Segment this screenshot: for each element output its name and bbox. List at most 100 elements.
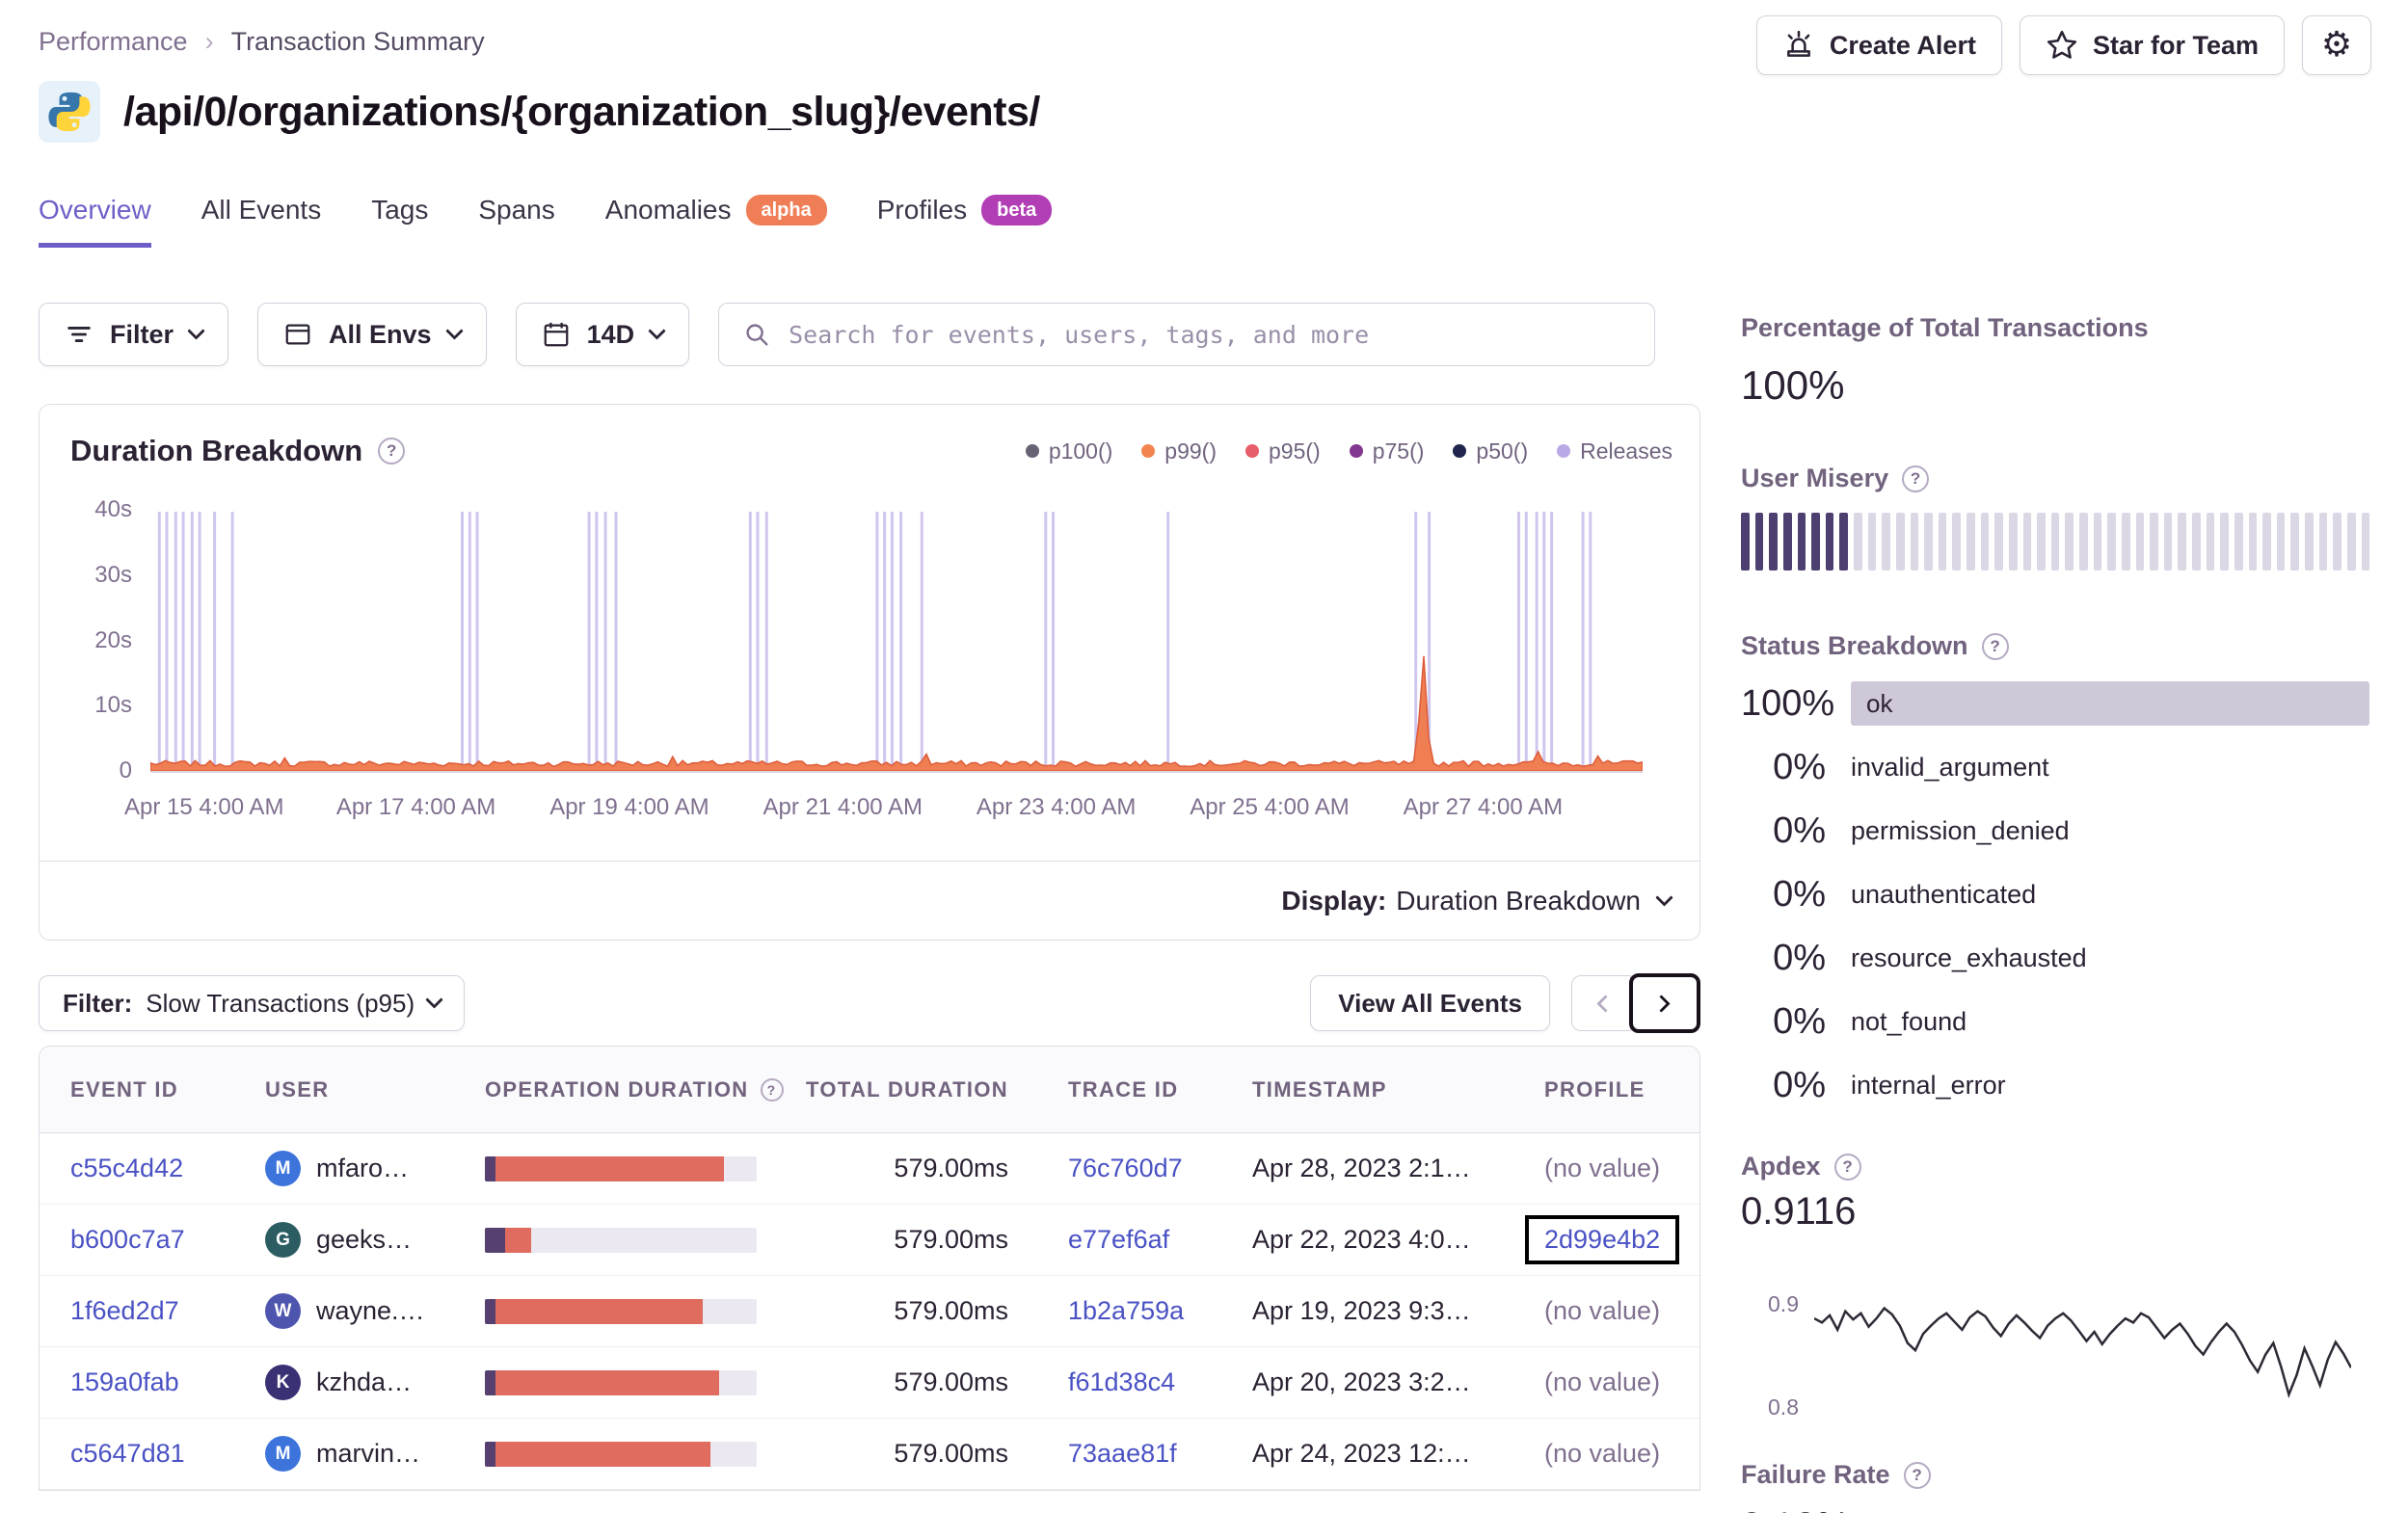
misery-bar bbox=[2079, 513, 2088, 571]
help-icon[interactable]: ? bbox=[1903, 1461, 1931, 1489]
op-duration-other-segment bbox=[485, 1441, 496, 1467]
y-axis-label: 10s bbox=[94, 692, 132, 719]
status-row-resource_exhausted: 0% resource_exhausted bbox=[1741, 926, 2369, 990]
apdex-label: Apdex bbox=[1741, 1152, 1821, 1181]
view-all-events-button[interactable]: View All Events bbox=[1310, 975, 1550, 1031]
column-header-trace-id[interactable]: TRACE ID bbox=[1037, 1077, 1221, 1102]
help-icon[interactable]: ? bbox=[378, 438, 406, 465]
misery-bar bbox=[2121, 513, 2130, 571]
trace-id-cell: 1b2a759a bbox=[1037, 1296, 1221, 1326]
filter-dropdown[interactable]: Filter bbox=[39, 303, 229, 366]
event-id-link[interactable]: c55c4d42 bbox=[70, 1154, 183, 1183]
misery-bar bbox=[1994, 513, 2003, 571]
event-id-link[interactable]: 1f6ed2d7 bbox=[70, 1296, 179, 1326]
event-id-link[interactable]: b600c7a7 bbox=[70, 1225, 185, 1255]
user-cell: Mmfaro… bbox=[234, 1151, 454, 1186]
tab-label: Anomalies bbox=[604, 195, 732, 225]
misery-bar bbox=[1741, 513, 1750, 571]
x-axis-label: Apr 19 4:00 AM bbox=[549, 794, 709, 820]
trace-id-link[interactable]: 1b2a759a bbox=[1068, 1296, 1184, 1326]
misery-bar bbox=[1938, 513, 1947, 571]
breadcrumb-performance[interactable]: Performance bbox=[39, 27, 188, 57]
event-id-link[interactable]: 159a0fab bbox=[70, 1367, 179, 1397]
timestamp-cell: Apr 28, 2023 2:1… bbox=[1221, 1154, 1513, 1183]
legend-item[interactable]: p95() bbox=[1245, 438, 1321, 465]
misery-bar bbox=[1910, 513, 1919, 571]
failure-rate-value: 0.12% bbox=[1741, 1505, 1850, 1513]
column-header-profile[interactable]: PROFILE bbox=[1513, 1077, 1699, 1102]
tab-label: All Events bbox=[201, 195, 322, 225]
help-icon[interactable]: ? bbox=[1902, 465, 1930, 492]
timestamp-cell: Apr 24, 2023 12:… bbox=[1221, 1439, 1513, 1469]
profile-cell: (no value) bbox=[1513, 1296, 1699, 1326]
duration-chart-plot[interactable] bbox=[150, 512, 1643, 773]
status-name: invalid_argument bbox=[1851, 752, 2049, 782]
tab-profiles[interactable]: Profiles beta bbox=[877, 195, 1053, 248]
column-header-label: EVENT ID bbox=[70, 1076, 179, 1102]
transactions-filter-dropdown[interactable]: Filter: Slow Transactions (p95) bbox=[39, 975, 466, 1031]
trace-id-link[interactable]: 76c760d7 bbox=[1068, 1154, 1183, 1183]
legend-item[interactable]: Releases bbox=[1557, 438, 1672, 465]
total-duration-value: 579.00ms bbox=[894, 1439, 1008, 1468]
event-id-cell: b600c7a7 bbox=[40, 1225, 234, 1255]
column-header-event-id[interactable]: EVENT ID bbox=[40, 1077, 234, 1102]
tab-anomalies[interactable]: Anomalies alpha bbox=[605, 195, 827, 248]
display-selector[interactable]: Duration Breakdown bbox=[1396, 886, 1673, 916]
trace-id-link[interactable]: 73aae81f bbox=[1068, 1439, 1177, 1469]
event-id-link[interactable]: c5647d81 bbox=[70, 1439, 185, 1469]
status-percent: 0% bbox=[1773, 746, 1826, 787]
column-header-label: TIMESTAMP bbox=[1252, 1076, 1387, 1102]
timestamp-cell: Apr 22, 2023 4:0… bbox=[1221, 1225, 1513, 1255]
total-duration-value: 579.00ms bbox=[894, 1367, 1008, 1396]
timestamp: Apr 22, 2023 4:0… bbox=[1252, 1225, 1471, 1254]
profile-link[interactable]: 2d99e4b2 bbox=[1544, 1225, 1660, 1255]
column-header-total-duration[interactable]: TOTAL DURATION bbox=[784, 1077, 1037, 1102]
environment-dropdown[interactable]: All Envs bbox=[257, 303, 487, 366]
misery-bar bbox=[2135, 513, 2145, 571]
misery-bar bbox=[1924, 513, 1933, 571]
legend-item[interactable]: p50() bbox=[1453, 438, 1528, 465]
column-header-user[interactable]: USER bbox=[234, 1077, 454, 1102]
user-cell: Ggeeks… bbox=[234, 1222, 454, 1258]
table-row: 159a0fab Kkzhda… 579.00ms f61d38c4 Apr 20, 2… bbox=[40, 1347, 1699, 1419]
misery-bar bbox=[2050, 513, 2060, 571]
date-range-dropdown[interactable]: 14D bbox=[515, 303, 690, 366]
events-toolbar: Filter: Slow Transactions (p95) View All… bbox=[39, 973, 1700, 1033]
column-header-operation-duration[interactable]: OPERATION DURATION? bbox=[454, 1077, 784, 1102]
python-icon bbox=[39, 81, 100, 143]
help-icon[interactable]: ? bbox=[760, 1077, 784, 1102]
user-name: mfaro… bbox=[316, 1154, 410, 1182]
apdex-line-series bbox=[1814, 1306, 2351, 1398]
misery-bar bbox=[2276, 513, 2286, 571]
misery-bar bbox=[2022, 513, 2032, 571]
trace-id-link[interactable]: e77ef6af bbox=[1068, 1225, 1169, 1255]
column-header-timestamp[interactable]: TIMESTAMP bbox=[1221, 1077, 1513, 1102]
chevron-down-icon bbox=[1655, 888, 1673, 907]
operation-duration-bar bbox=[485, 1441, 757, 1467]
legend-item[interactable]: p99() bbox=[1141, 438, 1217, 465]
tab-tags[interactable]: Tags bbox=[371, 195, 428, 248]
help-icon[interactable]: ? bbox=[1981, 632, 2009, 660]
misery-bar bbox=[2008, 513, 2018, 571]
tab-spans[interactable]: Spans bbox=[478, 195, 554, 248]
legend-item[interactable]: p75() bbox=[1349, 438, 1424, 465]
trace-id-link[interactable]: f61d38c4 bbox=[1068, 1367, 1175, 1397]
legend-item[interactable]: p100() bbox=[1025, 438, 1112, 465]
next-page-button[interactable] bbox=[1629, 973, 1700, 1033]
event-id-cell: c5647d81 bbox=[40, 1439, 234, 1469]
status-row-unauthenticated: 0% unauthenticated bbox=[1741, 863, 2369, 926]
misery-bar bbox=[2065, 513, 2074, 571]
apdex-chart: 0.9 0.8 bbox=[1741, 1255, 2369, 1428]
tab-overview[interactable]: Overview bbox=[39, 195, 151, 248]
operation-duration-cell bbox=[454, 1227, 784, 1253]
status-name: resource_exhausted bbox=[1851, 942, 2087, 972]
status-percent: 0% bbox=[1773, 937, 1826, 978]
search-input[interactable] bbox=[789, 320, 1632, 349]
help-icon[interactable]: ? bbox=[1833, 1153, 1861, 1181]
tabs: Overview All Events Tags Spans Anomalies alph… bbox=[39, 195, 1053, 248]
previous-page-button[interactable] bbox=[1571, 975, 1631, 1031]
user-misery-heading: User Misery ? bbox=[1741, 464, 1930, 493]
tab-all-events[interactable]: All Events bbox=[201, 195, 322, 248]
user-name: marvin… bbox=[316, 1439, 421, 1468]
operation-duration-bar bbox=[485, 1227, 757, 1253]
